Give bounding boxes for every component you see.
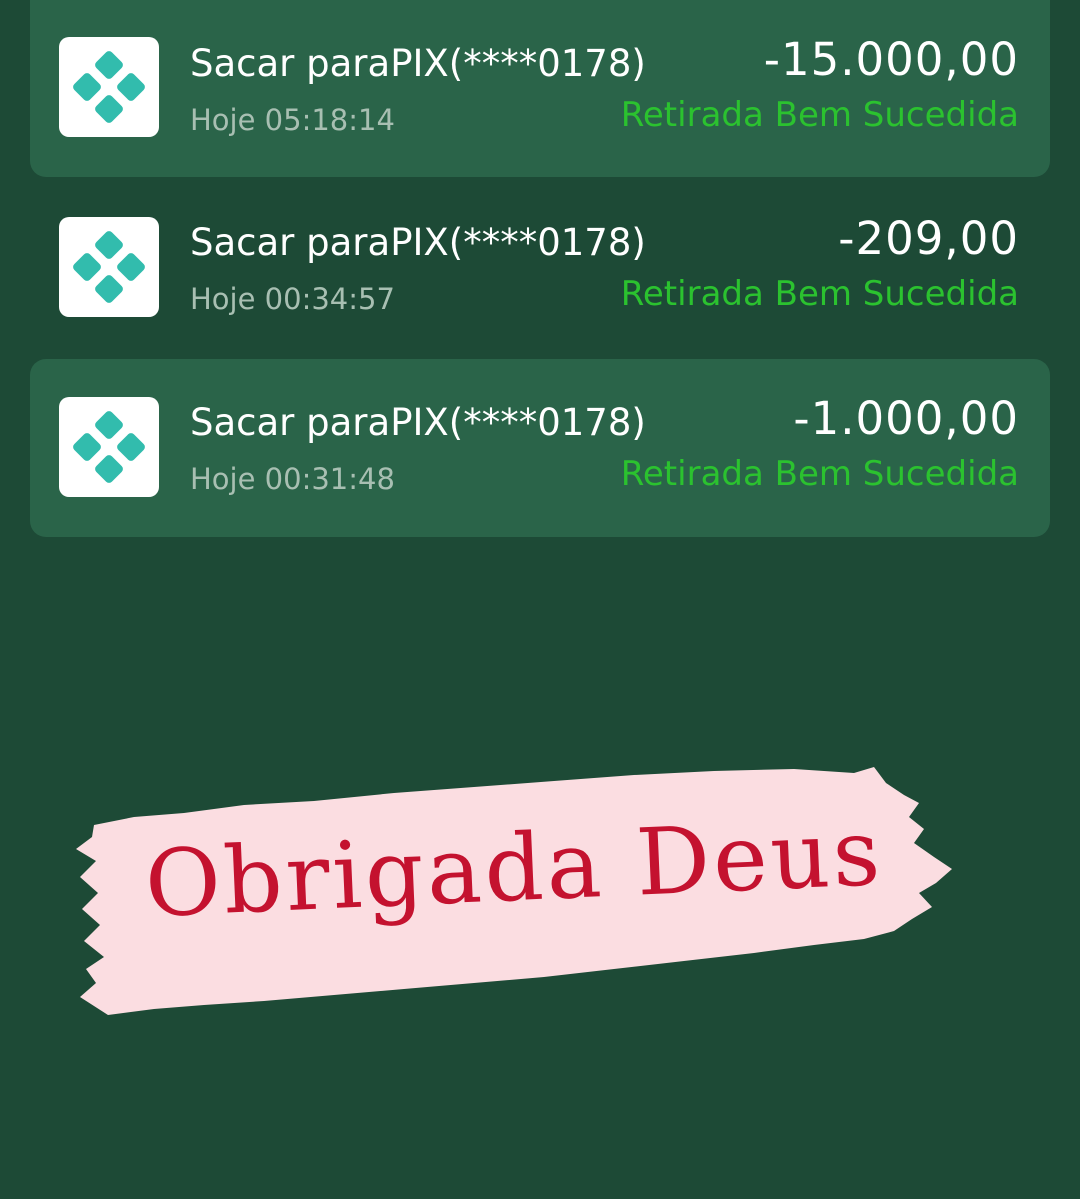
transaction-amount: -15.000,00: [763, 33, 1019, 86]
transaction-time: Hoje 05:18:14: [190, 103, 395, 137]
transaction-amount: -1.000,00: [793, 392, 1019, 445]
pix-icon: [59, 217, 159, 317]
transaction-amount: -209,00: [838, 212, 1019, 265]
transaction-row[interactable]: Sacar paraPIX(****0178) Hoje 00:34:57 -2…: [30, 179, 1050, 357]
transaction-row[interactable]: Sacar paraPIX(****0178) Hoje 05:18:14 -1…: [30, 0, 1050, 177]
transaction-status: Retirada Bem Sucedida: [620, 454, 1019, 494]
transaction-title: Sacar paraPIX(****0178): [190, 401, 646, 444]
obrigada-deus-sticker[interactable]: Obrigada Deus: [74, 765, 954, 1025]
transaction-status: Retirada Bem Sucedida: [620, 274, 1019, 314]
transaction-time: Hoje 00:31:48: [190, 462, 395, 496]
pix-icon: [59, 397, 159, 497]
transaction-time: Hoje 00:34:57: [190, 282, 395, 316]
transaction-title: Sacar paraPIX(****0178): [190, 221, 646, 264]
transaction-list: Sacar paraPIX(****0178) Hoje 05:18:14 -1…: [30, 0, 1050, 539]
transaction-title: Sacar paraPIX(****0178): [190, 42, 646, 85]
pix-icon: [59, 37, 159, 137]
transaction-row[interactable]: Sacar paraPIX(****0178) Hoje 00:31:48 -1…: [30, 359, 1050, 537]
transaction-status: Retirada Bem Sucedida: [620, 95, 1019, 135]
